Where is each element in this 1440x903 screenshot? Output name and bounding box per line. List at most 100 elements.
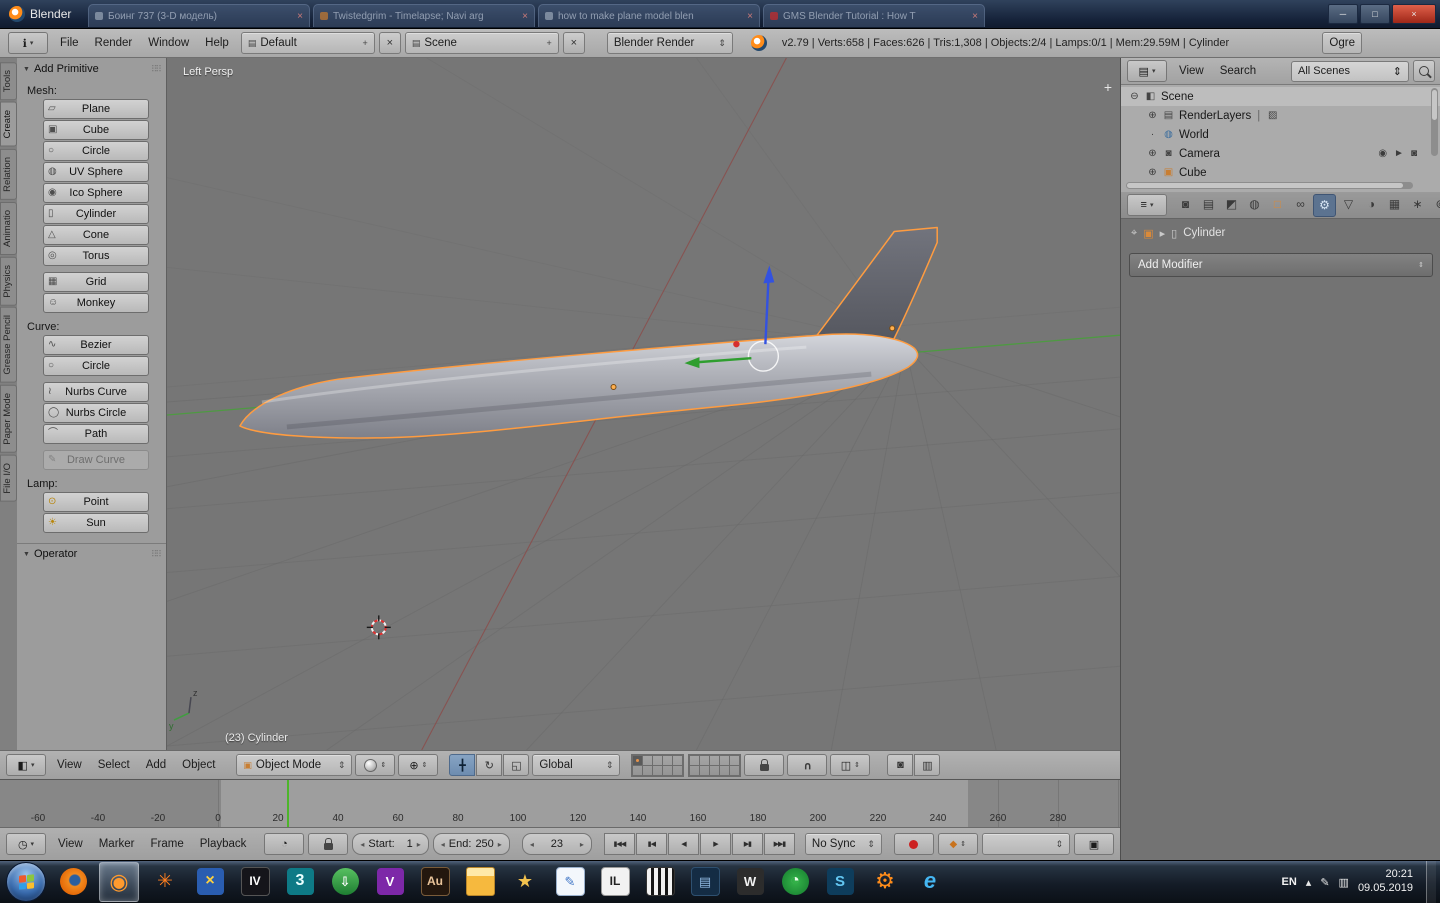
world-tab[interactable]: ◍ (1244, 194, 1265, 215)
s-app-icon[interactable]: S (821, 862, 859, 900)
add-ico-sphere-button[interactable]: ◉ Ico Sphere (43, 183, 149, 203)
panel-drag-icon[interactable]: ⠿⠿ (151, 64, 162, 75)
layer-grid-1[interactable] (631, 753, 685, 777)
viewport-shading-selector[interactable]: ⇕ (355, 754, 396, 776)
wacom-icon[interactable]: W (731, 862, 769, 900)
outliner-vertical-scrollbar[interactable] (1431, 88, 1438, 156)
add-monkey-button[interactable]: ☺ Monkey (43, 293, 149, 313)
constraints-tab[interactable]: ∞ (1290, 194, 1311, 215)
render-layers-tab[interactable]: ▤ (1198, 194, 1219, 215)
screen-layout-selector[interactable]: ▤ Default + (240, 32, 375, 54)
opengl-render-anim-button[interactable]: ▥ (914, 754, 941, 776)
menu-marker[interactable]: Marker (91, 838, 143, 850)
play-button[interactable]: ▶ (699, 833, 731, 856)
editor-type-button[interactable]: ▤ ▾ (1127, 60, 1167, 82)
add-sun-lamp-button[interactable]: ☀ Sun (43, 513, 149, 533)
translate-manipulator-button[interactable]: ╋ (449, 754, 476, 776)
menu-object[interactable]: Object (174, 759, 223, 771)
menu-render[interactable]: Render (87, 37, 141, 49)
close-button[interactable]: × (1392, 4, 1436, 24)
menu-frame[interactable]: Frame (143, 838, 192, 850)
gold-tool-icon[interactable]: ★ (506, 862, 544, 900)
menu-playback[interactable]: Playback (192, 838, 255, 850)
data-tab[interactable]: ▽ (1338, 194, 1359, 215)
shelf-tab[interactable]: Paper Mode (0, 384, 17, 453)
collapse-icon[interactable]: ⊖ (1129, 91, 1140, 102)
wordpad-icon[interactable]: ✎ (551, 862, 589, 900)
vegas-icon[interactable]: V (371, 862, 409, 900)
audition-icon[interactable]: Au (416, 862, 454, 900)
add-torus-button[interactable]: ◎ Torus (43, 246, 149, 266)
editor-type-button[interactable]: ℹ ▾ (8, 32, 48, 54)
preview-range-button[interactable]: ◔ (264, 833, 305, 856)
restrict-render-icon[interactable]: ◙ (1411, 148, 1417, 159)
jump-to-end-button[interactable]: ▶▶▮ (763, 833, 795, 856)
airplane-model[interactable] (239, 226, 938, 439)
modifiers-tab[interactable]: ⚙ (1313, 193, 1336, 217)
add-cone-button[interactable]: △ Cone (43, 225, 149, 245)
midi-keyboard-icon[interactable] (641, 862, 679, 900)
texture-tab[interactable]: ▦ (1384, 194, 1405, 215)
menu-view[interactable]: View (50, 838, 91, 850)
expand-icon[interactable]: ⊕ (1147, 110, 1158, 121)
editor-type-button[interactable]: ≡ ▾ (1127, 194, 1167, 216)
panel-drag-icon[interactable]: ⠿⠿ (151, 549, 162, 560)
particles-tab[interactable]: ∗ (1407, 194, 1428, 215)
region-expand-button[interactable]: + (1104, 80, 1112, 94)
add-modifier-dropdown[interactable]: Add Modifier ⇕ (1129, 253, 1433, 277)
layer-grid-2[interactable] (688, 753, 742, 777)
play-reverse-button[interactable]: ◀ (667, 833, 699, 856)
add-cube-button[interactable]: ▣ Cube (43, 120, 149, 140)
scale-manipulator-button[interactable]: ◱ (503, 754, 530, 776)
orange-star-app-icon[interactable]: ✳ (146, 862, 184, 900)
outliner-horizontal-scrollbar[interactable] (1126, 182, 1413, 189)
outliner-row-renderlayers[interactable]: ⊕ ▤ RenderLayers | ▨ (1121, 106, 1440, 125)
add-circle-button[interactable]: ○ Circle (43, 141, 149, 161)
synth-icon[interactable]: ▤ (686, 862, 724, 900)
physics-tab[interactable]: ⊚ (1430, 194, 1440, 215)
editor-type-button[interactable]: ◧ ▾ (6, 754, 46, 776)
3ds-max-icon[interactable]: 3 (281, 862, 319, 900)
shelf-tab[interactable]: Create (0, 102, 17, 147)
outliner-filter-button[interactable] (1413, 60, 1435, 82)
keying-set-selector[interactable]: ⇕ (981, 833, 1070, 856)
maximize-button[interactable]: □ (1360, 4, 1390, 24)
outliner-row-camera[interactable]: ⊕ ◙ Camera ◉ ► ◙ (1121, 144, 1440, 163)
timeline-ruler[interactable]: -60 -40 -20 0 20 40 60 80 100 120 140 160 180 200 220 2… (0, 780, 1120, 828)
menu-view[interactable]: View (1171, 65, 1212, 77)
start-button[interactable] (6, 862, 46, 902)
shelf-tab[interactable]: Animatio (0, 201, 17, 255)
ie-icon[interactable]: e (911, 862, 949, 900)
add-scene-icon[interactable]: + (547, 38, 552, 48)
menu-search[interactable]: Search (1212, 65, 1264, 77)
delete-scene-button[interactable]: × (562, 32, 585, 54)
green-gauge-icon[interactable]: ◔ (776, 862, 814, 900)
add-plane-button[interactable]: ▱ Plane (43, 99, 149, 119)
scene-tab[interactable]: ◩ (1221, 194, 1242, 215)
xpadder-icon[interactable]: × (191, 862, 229, 900)
start-frame-field[interactable]: ◂ Start: 1 ▸ (352, 833, 429, 856)
jump-to-prev-keyframe-button[interactable]: ▮◀ (635, 833, 667, 856)
hidden-icons-button[interactable]: ▴ (1306, 876, 1312, 889)
outliner-row-cube[interactable]: ⊕ ▣ Cube (1121, 163, 1440, 182)
3d-viewport[interactable]: y z Left Persp (23) Cylinder + (167, 58, 1120, 750)
gta-iv-icon[interactable]: IV (236, 862, 274, 900)
add-cylinder-button[interactable]: ▯ Cylinder (43, 204, 149, 224)
viewport-canvas[interactable]: y z (167, 58, 1120, 750)
add-primitive-panel-header[interactable]: ▼ Add Primitive ⠿⠿ (23, 61, 162, 77)
restrict-select-icon[interactable]: ► (1394, 148, 1404, 159)
material-tab[interactable]: ◑ (1361, 194, 1382, 215)
transform-orientation-selector[interactable]: Global ⇕ (532, 754, 621, 776)
current-frame-field[interactable]: ◂ 23 ▸ (521, 833, 592, 856)
show-desktop-button[interactable] (1426, 861, 1436, 903)
firefox-icon[interactable] (54, 862, 92, 900)
delete-layout-button[interactable]: × (378, 32, 401, 54)
operator-panel-header[interactable]: ▼ Operator ⠿⠿ (23, 546, 162, 562)
pin-icon[interactable]: ⌖ (1131, 227, 1137, 240)
restrict-view-icon[interactable]: ◉ (1378, 148, 1387, 159)
taskbar-clock[interactable]: 20:21 09.05.2019 (1358, 868, 1413, 896)
expand-icon[interactable]: ⊕ (1147, 167, 1158, 178)
outliner-row-scene[interactable]: ⊖ ◧ Scene (1121, 87, 1440, 106)
object-tab[interactable]: □ (1267, 194, 1288, 215)
explorer-folder-icon[interactable] (461, 862, 499, 900)
